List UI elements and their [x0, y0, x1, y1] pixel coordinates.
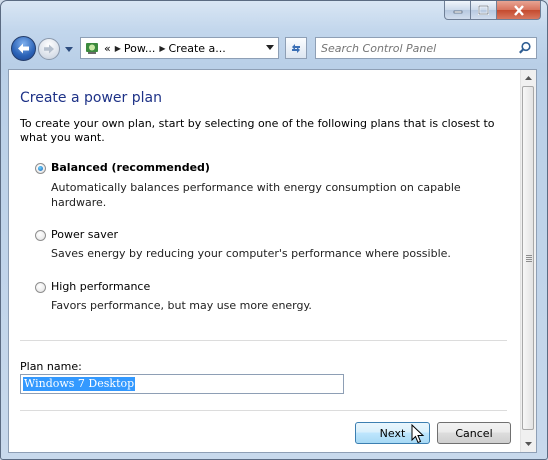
- minimize-icon: [453, 10, 462, 14]
- address-overflow-chevrons[interactable]: «: [104, 42, 111, 55]
- back-button[interactable]: [11, 36, 36, 61]
- search-icon[interactable]: [518, 41, 532, 55]
- option-label-balanced[interactable]: Balanced (recommended): [51, 161, 210, 174]
- forward-arrow-icon: [44, 44, 54, 54]
- breadcrumb-separator-icon: ▶: [114, 43, 121, 53]
- close-button[interactable]: [497, 1, 541, 20]
- refresh-button[interactable]: [285, 37, 307, 59]
- option-label-power-saver[interactable]: Power saver: [51, 228, 118, 241]
- plan-name-field[interactable]: Windows 7 Desktop: [20, 374, 344, 394]
- intro-text: To create your own plan, start by select…: [20, 117, 495, 144]
- search-box[interactable]: [315, 37, 537, 59]
- option-description-power-saver: Saves energy by reducing your computer's…: [51, 247, 451, 260]
- option-description-balanced: Automatically balances performance with …: [51, 181, 461, 209]
- scroll-up-button[interactable]: [521, 70, 536, 86]
- address-bar[interactable]: « ▶ Pow... ▶ Create a...: [80, 37, 279, 59]
- radio-power-saver[interactable]: [35, 230, 46, 241]
- maximize-button[interactable]: [471, 1, 497, 20]
- grip-line: [526, 257, 532, 258]
- content-pane: Create a power plan To create your own p…: [8, 69, 537, 453]
- minimize-button[interactable]: [444, 1, 471, 20]
- grip-line: [526, 255, 532, 256]
- vertical-scrollbar[interactable]: [520, 70, 536, 452]
- caption-buttons: [444, 1, 541, 21]
- option-description-high-performance: Favors performance, but may use more ene…: [51, 299, 312, 312]
- control-panel-icon: [86, 43, 98, 54]
- forward-button[interactable]: [38, 38, 60, 60]
- plan-name-label: Plan name:: [20, 360, 82, 373]
- radio-high-performance[interactable]: [35, 282, 46, 293]
- breadcrumb-create-plan[interactable]: ▶ Create a...: [155, 42, 225, 55]
- mouse-cursor-icon: [411, 424, 425, 444]
- address-dropdown-icon[interactable]: [266, 45, 274, 51]
- breadcrumb-power-options[interactable]: ▶ Pow...: [111, 42, 156, 55]
- window-frame: « ▶ Pow... ▶ Create a... Create a power …: [0, 0, 548, 460]
- radio-balanced[interactable]: [35, 163, 46, 174]
- maximize-icon: [478, 5, 489, 15]
- plan-name-selected-text[interactable]: Windows 7 Desktop: [23, 377, 136, 391]
- grip-line: [526, 261, 532, 262]
- grip-line: [526, 259, 532, 260]
- option-label-high-performance[interactable]: High performance: [51, 280, 150, 293]
- scroll-up-icon: [525, 76, 532, 80]
- breadcrumb-label: Create a...: [168, 41, 226, 55]
- cancel-button[interactable]: Cancel: [437, 422, 511, 444]
- scroll-down-button[interactable]: [521, 436, 536, 452]
- refresh-icon: [292, 44, 300, 53]
- breadcrumb-label: Pow...: [123, 41, 156, 55]
- scroll-down-icon: [525, 442, 532, 446]
- page-title: Create a power plan: [20, 90, 162, 106]
- back-arrow-icon: [18, 43, 29, 54]
- scrollbar-thumb[interactable]: [522, 86, 534, 430]
- divider: [20, 410, 507, 411]
- breadcrumb-separator-icon: ▶: [159, 43, 166, 53]
- recent-pages-dropdown[interactable]: [64, 44, 74, 54]
- navigation-bar: « ▶ Pow... ▶ Create a...: [8, 33, 540, 63]
- close-icon: [513, 4, 524, 16]
- divider: [20, 340, 507, 341]
- search-input[interactable]: [321, 41, 511, 55]
